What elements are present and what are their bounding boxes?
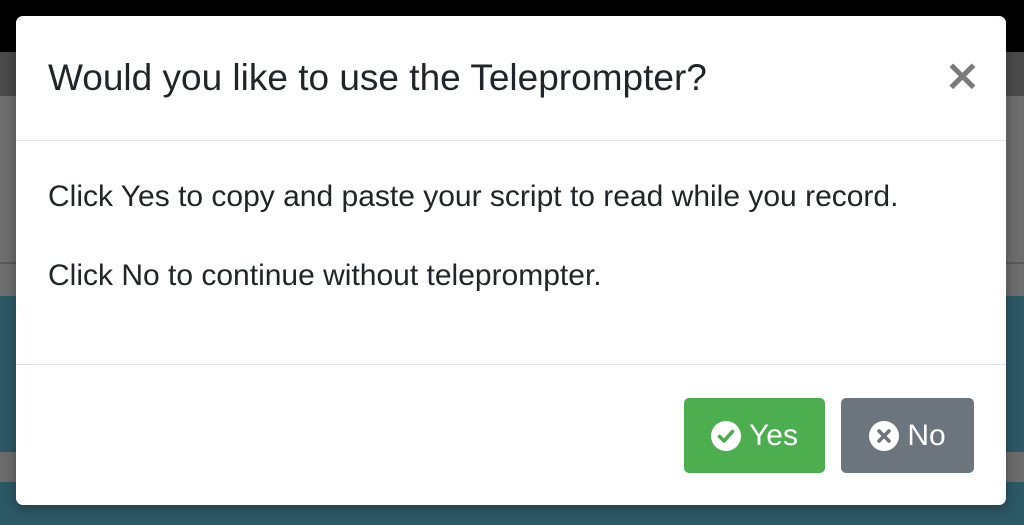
no-button[interactable]: No	[841, 398, 974, 473]
body-text-no: Click No to continue without teleprompte…	[48, 259, 602, 292]
modal-footer: Yes No	[16, 365, 1006, 505]
teleprompter-modal: Would you like to use the Teleprompter? …	[16, 16, 1006, 505]
modal-title: Would you like to use the Teleprompter?	[48, 57, 707, 98]
yes-button-label: Yes	[749, 418, 798, 452]
body-text-yes: Click Yes to copy and paste your script …	[48, 180, 899, 213]
modal-body: Click Yes to copy and paste your script …	[16, 141, 1006, 365]
modal-header: Would you like to use the Teleprompter? …	[16, 16, 1006, 141]
close-button[interactable]: ×	[944, 54, 981, 98]
check-circle-icon	[711, 420, 742, 451]
yes-button[interactable]: Yes	[684, 398, 825, 473]
times-circle-icon	[869, 420, 900, 451]
no-button-label: No	[907, 418, 946, 452]
